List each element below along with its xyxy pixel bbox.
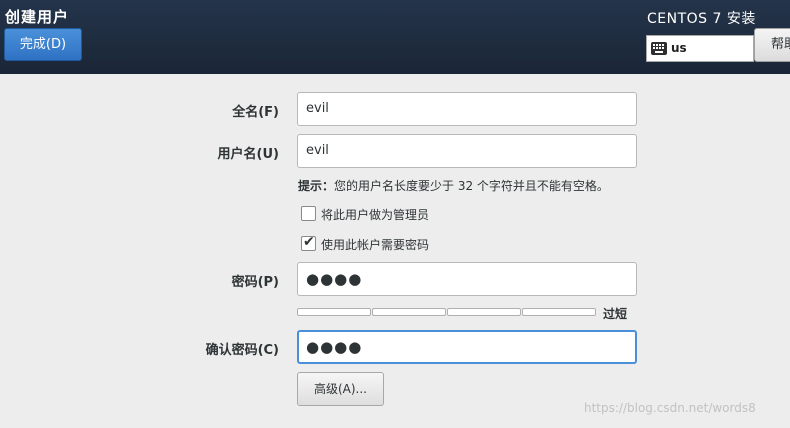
strength-segment	[522, 308, 596, 316]
done-button[interactable]: 完成(D)	[4, 28, 82, 61]
username-label: 用户名(U)	[217, 147, 279, 162]
username-hint: 提示：您的用户名长度要少于 32 个字符并且不能有空格。	[298, 177, 609, 194]
require-password-checkbox[interactable]: ✔	[301, 234, 316, 251]
strength-segment	[297, 308, 371, 316]
header-bar: 创建用户 完成(D) CENTOS 7 安装 us 帮助！	[0, 0, 790, 74]
password-label: 密码(P)	[231, 275, 279, 290]
strength-segment	[372, 308, 446, 316]
username-field[interactable]: evil	[297, 134, 637, 168]
checkmark-icon: ✔	[303, 234, 315, 250]
admin-checkbox-label: 将此用户做为管理员	[321, 208, 430, 222]
keyboard-icon	[651, 42, 667, 55]
hint-prefix: 提示：	[298, 179, 335, 193]
strength-segment	[447, 308, 521, 316]
watermark: https://blog.csdn.net/words8	[584, 401, 756, 415]
help-button[interactable]: 帮助！	[754, 28, 790, 62]
page-title: 创建用户	[5, 8, 70, 26]
admin-checkbox[interactable]	[301, 206, 316, 221]
confirm-password-label: 确认密码(C)	[205, 343, 279, 358]
fullname-label: 全名(F)	[232, 105, 279, 120]
password-strength-label: 过短	[603, 307, 628, 321]
require-password-label: 使用此帐户需要密码	[321, 238, 430, 252]
advanced-button[interactable]: 高级(A)...	[297, 372, 384, 406]
fullname-field[interactable]: evil	[297, 92, 637, 126]
hint-text: 您的用户名长度要少于 32 个字符并且不能有空格。	[334, 179, 609, 193]
confirm-password-field[interactable]: ●●●●	[297, 330, 637, 364]
keyboard-layout-label: us	[671, 41, 687, 55]
password-field[interactable]: ●●●●	[297, 262, 637, 296]
product-title: CENTOS 7 安装	[647, 11, 756, 27]
keyboard-layout-indicator[interactable]: us	[646, 35, 754, 62]
